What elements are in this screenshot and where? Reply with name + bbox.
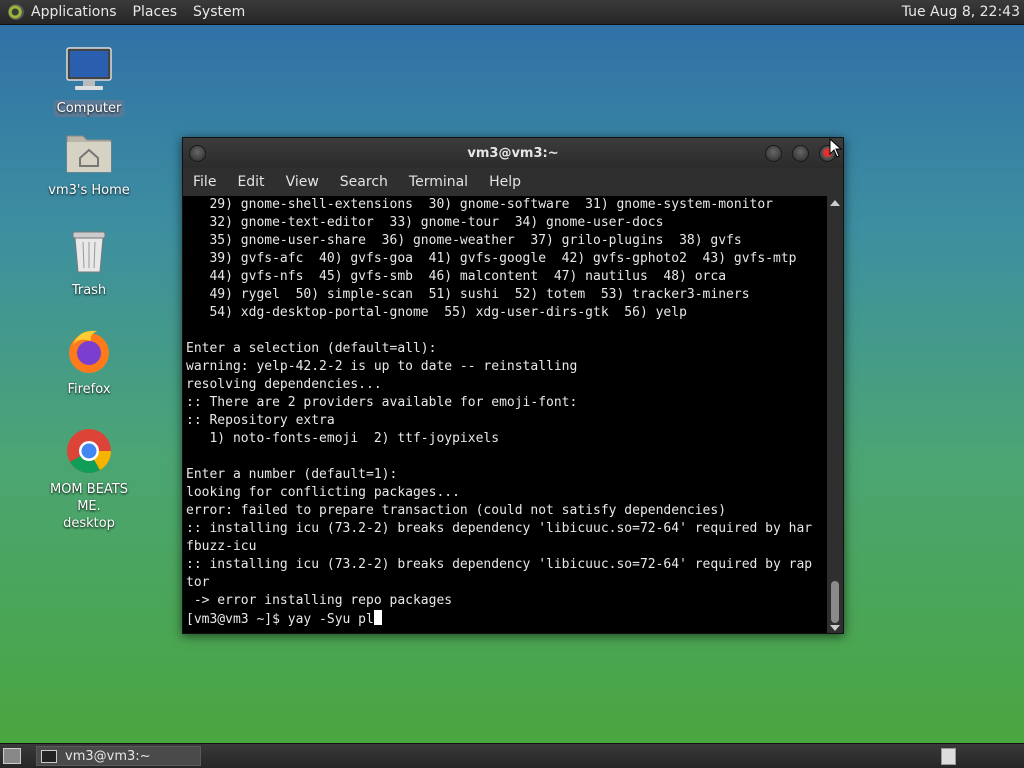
terminal-line: :: installing icu (73.2-2) breaks depend… — [186, 521, 813, 536]
terminal-output[interactable]: 29) gnome-shell-extensions 30) gnome-sof… — [183, 196, 827, 633]
terminal-line: warning: yelp-42.2-2 is up to date -- re… — [186, 359, 578, 374]
system-menu[interactable]: System — [193, 4, 245, 20]
distro-logo-icon[interactable] — [8, 4, 24, 20]
terminal-line: fbuzz-icu — [186, 539, 257, 554]
desktop-icon-label: MOM BEATS ME. desktop — [49, 482, 128, 531]
desktop-icon-trash[interactable]: Trash — [34, 228, 144, 299]
terminal-icon — [41, 749, 57, 763]
terminal-line: resolving dependencies... — [186, 377, 382, 392]
menu-search[interactable]: Search — [340, 174, 388, 190]
desktop-icon-home[interactable]: vm3's Home — [34, 128, 144, 199]
trash-icon — [65, 228, 113, 276]
terminal-line: 29) gnome-shell-extensions 30) gnome-sof… — [186, 197, 773, 212]
terminal-line: tor — [186, 575, 210, 590]
terminal-line: 44) gvfs-nfs 45) gvfs-smb 46) malcontent… — [186, 269, 727, 284]
terminal-line: -> error installing repo packages — [186, 593, 453, 608]
home-folder-icon — [65, 128, 113, 176]
terminal-line: 32) gnome-text-editor 33) gnome-tour 34)… — [186, 215, 664, 230]
terminal-line: :: installing icu (73.2-2) breaks depend… — [186, 557, 813, 572]
scroll-down-arrow-icon[interactable] — [830, 625, 840, 631]
terminal-line: :: Repository extra — [186, 413, 335, 428]
terminal-line: 35) gnome-user-share 36) gnome-weather 3… — [186, 233, 742, 248]
terminal-line: Enter a selection (default=all): — [186, 341, 437, 356]
top-panel: Applications Places System Tue Aug 8, 22… — [0, 0, 1024, 25]
terminal-prompt-line[interactable]: [vm3@vm3 ~]$ yay -Syu pl — [186, 610, 827, 629]
window-titlebar[interactable]: vm3@vm3:~ — [183, 138, 843, 168]
terminal-line: Enter a number (default=1): — [186, 467, 398, 482]
computer-icon — [65, 46, 113, 94]
terminal-line: 49) rygel 50) simple-scan 51) sushi 52) … — [186, 287, 750, 302]
terminal-scrollbar[interactable] — [827, 196, 843, 633]
terminal-line: 54) xdg-desktop-portal-gnome 55) xdg-use… — [186, 305, 687, 320]
taskbar-item-terminal[interactable]: vm3@vm3:~ — [36, 746, 201, 766]
window-menu-button[interactable] — [189, 145, 206, 162]
mouse-pointer-icon — [829, 138, 843, 158]
terminal-line: error: failed to prepare transaction (co… — [186, 503, 727, 518]
applications-menu[interactable]: Applications — [31, 4, 117, 20]
workspace-switcher[interactable] — [941, 748, 956, 765]
terminal-line: 39) gvfs-afc 40) gvfs-goa 41) gvfs-googl… — [186, 251, 797, 266]
terminal-line: looking for conflicting packages... — [186, 485, 460, 500]
desktop-icon-firefox[interactable]: Firefox — [34, 327, 144, 398]
terminal-menubar: File Edit View Search Terminal Help — [183, 168, 843, 196]
scrollbar-thumb[interactable] — [831, 581, 839, 623]
menu-view[interactable]: View — [286, 174, 319, 190]
scroll-up-arrow-icon[interactable] — [830, 200, 840, 206]
text-cursor — [373, 610, 382, 625]
menu-file[interactable]: File — [193, 174, 216, 190]
menu-edit[interactable]: Edit — [237, 174, 264, 190]
menu-help[interactable]: Help — [489, 174, 521, 190]
menu-terminal[interactable]: Terminal — [409, 174, 468, 190]
desktop-icon-label: vm3's Home — [48, 183, 130, 198]
window-title: vm3@vm3:~ — [467, 145, 559, 161]
bottom-panel: vm3@vm3:~ — [0, 743, 1024, 768]
terminal-prompt: [vm3@vm3 ~]$ yay -Syu pl — [186, 612, 374, 627]
taskbar-item-label: vm3@vm3:~ — [65, 748, 151, 764]
clock[interactable]: Tue Aug 8, 22:43 — [902, 4, 1020, 20]
show-desktop-icon[interactable] — [3, 748, 21, 764]
desktop-icon-chrome[interactable]: MOM BEATS ME. desktop — [34, 427, 144, 532]
desktop-icon-label: Trash — [71, 283, 107, 298]
terminal-window[interactable]: vm3@vm3:~ File Edit View Search Terminal… — [182, 137, 844, 634]
terminal-line: 1) noto-fonts-emoji 2) ttf-joypixels — [186, 431, 500, 446]
desktop-icon-label: Firefox — [67, 382, 111, 397]
terminal-line: :: There are 2 providers available for e… — [186, 395, 578, 410]
minimize-button[interactable] — [765, 145, 782, 162]
desktop-icon-label: Computer — [53, 100, 125, 117]
firefox-icon — [65, 327, 113, 375]
chrome-icon — [65, 427, 113, 475]
maximize-button[interactable] — [792, 145, 809, 162]
places-menu[interactable]: Places — [133, 4, 178, 20]
desktop-icon-computer[interactable]: Computer — [34, 46, 144, 117]
